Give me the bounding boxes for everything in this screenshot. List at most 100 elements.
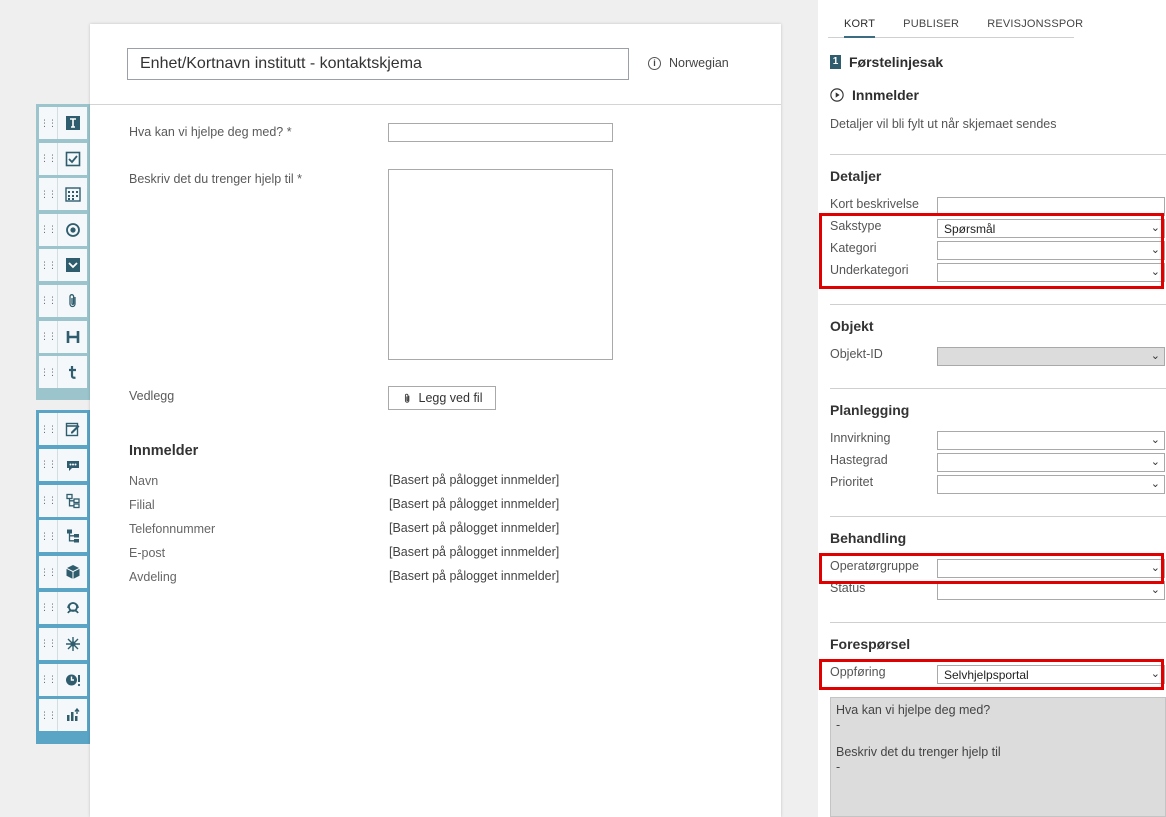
drag-handle-icon[interactable]: ⋮⋮ [39, 320, 58, 353]
drag-handle-icon[interactable]: ⋮⋮ [39, 142, 58, 175]
drag-handle-icon[interactable]: ⋮⋮ [39, 284, 58, 317]
reporter-phone-value: [Basert på pålogget innmelder] [389, 521, 560, 535]
paperclip-icon [404, 393, 409, 403]
card-type-heading: 1 Førstelinjesak [830, 54, 943, 70]
drag-handle-icon[interactable]: ⋮⋮ [39, 484, 58, 517]
chevron-down-icon: ⌄ [1150, 478, 1160, 490]
reporter-phone-label: Telefonnummer [129, 522, 216, 536]
describe-textarea[interactable] [388, 169, 613, 360]
info-icon: i [648, 56, 661, 70]
tab-revisjonsspor[interactable]: REVISJONSSPOR [987, 12, 1083, 37]
properties-panel: KORT PUBLISER REVISJONSSPOR 1 Førstelinj… [818, 0, 1166, 817]
impact-select[interactable]: ⌄ [937, 431, 1165, 450]
reporter-department-value: [Basert på pålogget innmelder] [389, 569, 560, 583]
summary-answer-2: - [836, 760, 841, 774]
urgency-label: Hastegrad [830, 453, 888, 467]
tab-publiser[interactable]: PUBLISER [903, 12, 959, 37]
tree-icon [66, 529, 79, 543]
heading-icon [66, 330, 79, 343]
handling-heading: Behandling [830, 530, 907, 546]
drag-handle-icon[interactable]: ⋮⋮ [39, 356, 58, 389]
panel-tabs: KORT PUBLISER REVISJONSSPOR [828, 12, 1083, 38]
language-selector[interactable]: i Norwegian [648, 56, 729, 70]
support-agent-icon [66, 602, 79, 614]
summary-question-1: Hva kan vi hjelpe deg med? [836, 703, 991, 717]
tab-kort[interactable]: KORT [844, 12, 876, 38]
drag-handle-icon[interactable]: ⋮⋮ [39, 520, 58, 553]
toolbox-basic-fields: ⋮⋮ ⋮⋮ ⋮⋮ ⋮⋮ ⋮⋮ ⋮⋮ ⋮⋮ ⋮⋮ [36, 104, 90, 400]
urgency-select[interactable]: ⌄ [937, 453, 1165, 472]
language-label: Norwegian [669, 56, 729, 70]
object-id-select[interactable]: ⌄ [937, 347, 1165, 366]
text-icon [68, 366, 76, 380]
reporter-note: Detaljer vil bli fylt ut når skjemaet se… [830, 117, 1057, 131]
cube-icon [65, 565, 80, 580]
help-input[interactable] [388, 123, 613, 142]
text-field-icon [65, 116, 80, 130]
tool-radio[interactable]: ⋮⋮ [39, 213, 90, 246]
tool-note[interactable]: ⋮⋮ [39, 413, 90, 445]
reporter-name-value: [Basert på pålogget innmelder] [389, 473, 560, 487]
summary-answer-1: - [836, 718, 841, 732]
radio-button-icon [65, 222, 80, 237]
planning-heading: Planlegging [830, 402, 910, 418]
drag-handle-icon[interactable]: ⋮⋮ [39, 591, 58, 624]
divider [830, 154, 1166, 155]
tool-attachment[interactable]: ⋮⋮ [39, 284, 90, 317]
hierarchy-icon [65, 493, 80, 508]
tool-support[interactable]: ⋮⋮ [39, 591, 90, 624]
drag-handle-icon[interactable]: ⋮⋮ [39, 448, 58, 481]
dropdown-icon [65, 258, 80, 273]
burst-icon [65, 636, 80, 651]
drag-handle-icon[interactable]: ⋮⋮ [39, 556, 58, 589]
object-id-label: Objekt-ID [830, 347, 883, 361]
drag-handle-icon[interactable]: ⋮⋮ [39, 413, 58, 445]
calendar-icon [64, 187, 81, 202]
drag-handle-icon[interactable]: ⋮⋮ [39, 663, 58, 696]
form-title-input[interactable]: Enhet/Kortnavn institutt - kontaktskjema [127, 48, 629, 80]
drag-handle-icon[interactable]: ⋮⋮ [39, 699, 58, 732]
tool-text[interactable]: ⋮⋮ [39, 356, 90, 389]
attach-file-button[interactable]: Legg ved fil [388, 386, 496, 410]
reporter-email-value: [Basert på pålogget innmelder] [389, 545, 560, 559]
clock-alert-icon [65, 674, 80, 686]
checkbox-icon [65, 151, 80, 166]
first-line-badge-icon: 1 [830, 55, 841, 69]
priority-select[interactable]: ⌄ [937, 475, 1165, 494]
drag-handle-icon[interactable]: ⋮⋮ [39, 178, 58, 211]
drag-handle-icon[interactable]: ⋮⋮ [39, 627, 58, 660]
panel-reporter-label: Innmelder [852, 87, 919, 103]
chevron-down-icon: ⌄ [1150, 584, 1160, 596]
summary-question-2: Beskriv det du trenger hjelp til [836, 745, 1001, 759]
request-summary: Hva kan vi hjelpe deg med? - Beskriv det… [830, 697, 1166, 817]
panel-reporter-heading[interactable]: Innmelder [830, 87, 919, 103]
tool-dropdown[interactable]: ⋮⋮ [39, 249, 90, 282]
drag-handle-icon[interactable]: ⋮⋮ [39, 107, 58, 139]
tool-checkbox[interactable]: ⋮⋮ [39, 142, 90, 175]
chart-icon [66, 708, 80, 722]
tool-sla[interactable]: ⋮⋮ [39, 663, 90, 696]
tool-heading[interactable]: ⋮⋮ [39, 320, 90, 353]
tool-chat[interactable]: ⋮⋮ [39, 448, 90, 481]
divider [830, 516, 1166, 517]
drag-handle-icon[interactable]: ⋮⋮ [39, 213, 58, 246]
tool-tree[interactable]: ⋮⋮ [39, 520, 90, 553]
tool-text-field[interactable]: ⋮⋮ [39, 107, 90, 139]
card-type-label: Førstelinjesak [849, 54, 944, 70]
details-heading: Detaljer [830, 168, 882, 184]
tool-object[interactable]: ⋮⋮ [39, 556, 90, 589]
request-heading: Forespørsel [830, 636, 911, 652]
tool-burst[interactable]: ⋮⋮ [39, 627, 90, 660]
tool-hierarchy[interactable]: ⋮⋮ [39, 484, 90, 517]
highlight-box [819, 659, 1164, 690]
reporter-branch-label: Filial [129, 498, 155, 512]
help-field-label: Hva kan vi hjelpe deg med? * [129, 125, 292, 139]
tool-chart[interactable]: ⋮⋮ [39, 699, 90, 732]
drag-handle-icon[interactable]: ⋮⋮ [39, 249, 58, 282]
divider [90, 104, 781, 105]
tool-date[interactable]: ⋮⋮ [39, 178, 90, 211]
chat-icon [66, 460, 79, 471]
note-edit-icon [65, 422, 79, 437]
priority-label: Prioritet [830, 475, 874, 489]
attach-file-label: Legg ved fil [418, 391, 483, 405]
